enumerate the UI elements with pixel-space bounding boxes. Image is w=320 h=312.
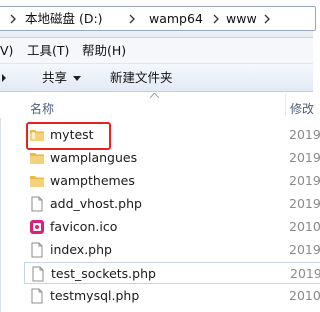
list-item[interactable]: favicon.ico 2010 [24,216,320,238]
breadcrumb-separator-icon[interactable] [10,12,18,26]
file-date: 2019 [289,150,320,165]
menu-bar: V) 工具(T) 帮助(H) [0,38,313,64]
list-item[interactable]: test_sockets.php 2019 [24,262,320,284]
file-date: 2010 [289,219,320,234]
list-item[interactable]: wampthemes 2019 [24,170,320,192]
column-divider[interactable] [285,94,286,116]
address-bar: 本地磁盘 (D:) wamp64 www [0,0,316,38]
file-name: wampthemes [50,173,135,188]
list-item[interactable]: add_vhost.php 2019 [24,193,320,215]
column-modified-header[interactable]: 修改 [290,100,314,117]
menu-help[interactable]: 帮助(H) [82,43,126,59]
list-item[interactable]: index.php 2019 [24,239,320,261]
share-dropdown-arrow-icon[interactable] [73,76,81,81]
file-name: wamplangues [50,150,138,165]
file-name: index.php [50,242,112,257]
file-name: add_vhost.php [50,196,142,211]
file-name: favicon.ico [50,219,118,234]
php-file-icon [31,288,43,304]
favicon-icon [30,220,44,234]
breadcrumb-separator-icon[interactable] [129,12,137,26]
folder-icon [30,176,44,187]
sort-ascending-icon [150,93,159,98]
file-name: test_sockets.php [51,266,156,281]
column-name-header[interactable]: 名称 [30,100,54,117]
file-date: 2019 [290,266,320,281]
breadcrumb-separator-icon[interactable] [213,12,221,26]
menu-view[interactable]: V) [0,43,13,59]
php-file-icon [31,196,43,212]
column-header: 名称 修改 [0,92,314,118]
breadcrumb-wamp64[interactable]: wamp64 [149,11,203,27]
folder-icon [30,153,44,164]
navigation-pane-edge [0,92,1,312]
file-date: 2019 [289,127,320,142]
command-toolbar: 共享 新建文件夹 [0,64,313,92]
file-date: 2019 [289,196,320,211]
list-item[interactable]: testmysql.php 2010 [24,285,320,307]
list-item[interactable]: wamplangues 2019 [24,147,320,169]
menu-tools[interactable]: 工具(T) [27,43,69,59]
file-date: 2019 [289,173,320,188]
new-folder-button[interactable]: 新建文件夹 [110,70,173,86]
breadcrumb-separator-icon[interactable] [264,12,272,26]
share-button[interactable]: 共享 [42,70,67,86]
breadcrumb-drive-d[interactable]: 本地磁盘 (D:) [25,11,103,27]
php-file-icon [32,266,44,282]
file-date: 2019 [289,242,320,257]
file-date: 2010 [289,288,320,303]
annotation-highlight-box [26,122,111,150]
toolbar-left-arrow-icon[interactable] [2,74,7,82]
file-name: testmysql.php [50,288,140,303]
breadcrumb-www[interactable]: www [226,11,257,27]
php-file-icon [31,242,43,258]
